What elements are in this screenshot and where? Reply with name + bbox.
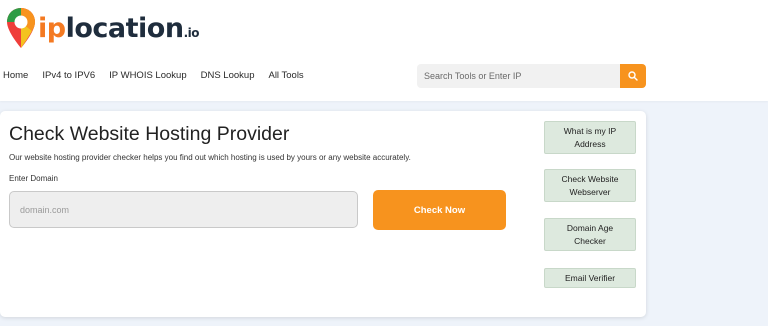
search-icon (628, 71, 638, 81)
search-button[interactable] (620, 64, 646, 88)
page-title: Check Website Hosting Provider (9, 123, 290, 145)
logo-wordmark: iplocation.io (38, 12, 199, 44)
domain-field-label: Enter Domain (9, 174, 58, 183)
map-pin-icon (7, 8, 35, 48)
nav-ip-whois-lookup[interactable]: IP WHOIS Lookup (109, 70, 186, 81)
page-description: Our website hosting provider checker hel… (9, 153, 411, 162)
site-logo[interactable]: iplocation.io (6, 6, 199, 50)
nav-dns-lookup[interactable]: DNS Lookup (201, 70, 255, 81)
sidebar-link-domain-age[interactable]: Domain Age Checker (544, 218, 636, 251)
sidebar-link-check-webserver[interactable]: Check Website Webserver (544, 169, 636, 202)
search-bar (417, 64, 646, 88)
sidebar-link-what-is-my-ip[interactable]: What is my IP Address (544, 121, 636, 154)
search-input[interactable] (417, 64, 620, 88)
tool-card: Check Website Hosting Provider Our websi… (0, 111, 646, 317)
check-now-button[interactable]: Check Now (373, 190, 506, 230)
nav-ipv4-to-ipv6[interactable]: IPv4 to IPV6 (42, 70, 95, 81)
domain-input[interactable] (9, 191, 358, 228)
nav-all-tools[interactable]: All Tools (268, 70, 303, 81)
nav-home[interactable]: Home (3, 70, 28, 81)
site-header: iplocation.io Home IPv4 to IPV6 IP WHOIS… (0, 0, 768, 101)
main-nav: Home IPv4 to IPV6 IP WHOIS Lookup DNS Lo… (3, 70, 318, 81)
sidebar-link-email-verifier[interactable]: Email Verifier (544, 268, 636, 288)
